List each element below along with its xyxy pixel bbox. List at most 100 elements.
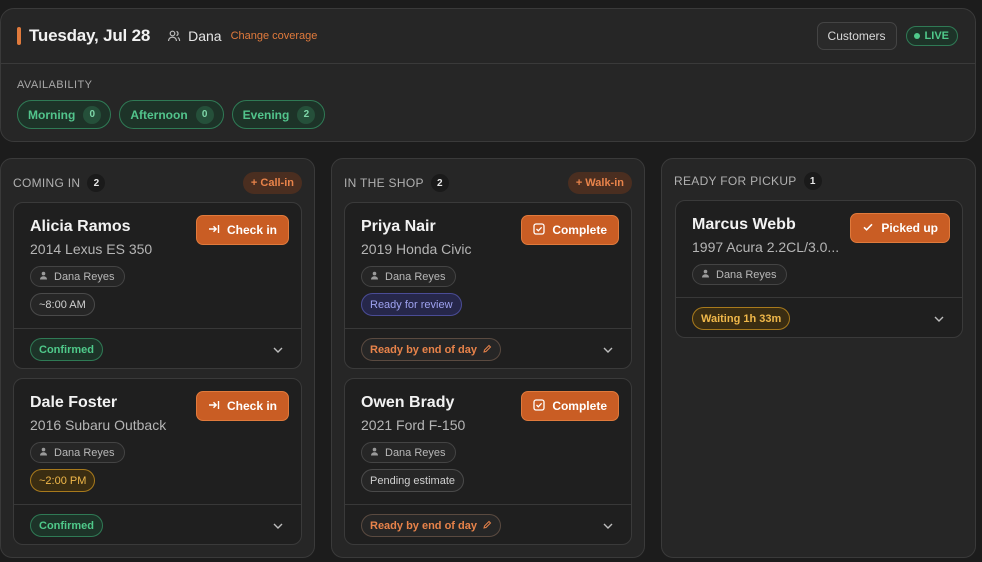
eta-label: Ready by end of day <box>370 519 477 532</box>
check-in-button[interactable]: Check in <box>195 215 289 245</box>
customer-name: Alicia Ramos <box>30 218 131 235</box>
person-icon <box>701 269 710 281</box>
person-icon <box>39 447 48 459</box>
column-in-the-shop: IN THE SHOP 2 + Walk-in Priya Nair 2019 … <box>331 158 645 558</box>
check-in-label: Check in <box>226 399 277 413</box>
availability-slot-morning[interactable]: Morning 0 <box>17 100 112 129</box>
eta-label: Ready by end of day <box>370 343 477 356</box>
availability-slots: Morning 0 Afternoon 0 Evening 2 <box>17 100 326 129</box>
status-badge: Confirmed <box>30 514 103 537</box>
coverage-user-name: Dana <box>188 28 222 44</box>
chevron-down-icon[interactable] <box>932 312 946 326</box>
status-badge: Confirmed <box>30 338 103 361</box>
vehicle: 2016 Subaru Outback <box>30 417 167 433</box>
column-count: 2 <box>430 174 449 192</box>
eta-badge[interactable]: Ready by end of day <box>361 338 501 361</box>
column-count: 2 <box>87 174 106 192</box>
job-card[interactable]: Priya Nair 2019 Honda Civic Complete Dan… <box>344 202 632 369</box>
technician-name: Dana Reyes <box>54 446 115 459</box>
checkbox-icon <box>533 398 545 414</box>
slot-count: 0 <box>195 105 214 124</box>
check-icon <box>862 221 874 236</box>
technician-chip: Dana Reyes <box>30 442 125 463</box>
checkbox-icon <box>533 222 545 238</box>
slot-label: Afternoon <box>130 107 188 122</box>
column-title: COMING IN <box>13 176 81 190</box>
job-state-chip: Ready for review <box>361 293 462 316</box>
check-in-label: Check in <box>226 223 277 237</box>
technician-chip: Dana Reyes <box>361 442 456 463</box>
walk-in-button[interactable]: + Walk-in <box>567 172 632 194</box>
call-in-button[interactable]: + Call-in <box>242 172 302 194</box>
waiting-badge: Waiting 1h 33m <box>692 307 791 330</box>
card-divider <box>14 504 301 505</box>
picked-up-label: Picked up <box>881 221 938 235</box>
appointment-card[interactable]: Alicia Ramos 2014 Lexus ES 350 Check in … <box>13 202 302 369</box>
availability-slot-evening[interactable]: Evening 2 <box>231 100 326 129</box>
accent-bar <box>17 27 21 45</box>
technician-name: Dana Reyes <box>54 270 115 283</box>
column-coming-in: COMING IN 2 + Call-in Alicia Ramos 2014 … <box>0 158 315 558</box>
person-icon <box>370 447 379 459</box>
column-header: READY FOR PICKUP 1 <box>674 169 963 193</box>
technician-name: Dana Reyes <box>385 270 446 283</box>
picked-up-button[interactable]: Picked up <box>850 213 950 243</box>
arrival-time-chip: ~2:00 PM <box>30 469 96 492</box>
chevron-down-icon[interactable] <box>601 343 615 357</box>
vehicle: 2021 Ford F-150 <box>361 417 466 433</box>
customer-name: Owen Brady <box>361 394 455 411</box>
slot-label: Evening <box>242 107 290 122</box>
technician-name: Dana Reyes <box>385 446 446 459</box>
technician-chip: Dana Reyes <box>30 266 125 287</box>
chevron-down-icon[interactable] <box>271 519 285 533</box>
complete-button[interactable]: Complete <box>521 391 619 421</box>
customers-button[interactable]: Customers <box>816 22 897 50</box>
availability-slot-afternoon[interactable]: Afternoon 0 <box>119 100 224 129</box>
person-icon <box>370 271 379 283</box>
appointment-card[interactable]: Dale Foster 2016 Subaru Outback Check in… <box>13 378 302 545</box>
card-divider <box>345 504 631 505</box>
check-in-button[interactable]: Check in <box>195 391 289 421</box>
vehicle: 2014 Lexus ES 350 <box>30 241 153 257</box>
column-title: READY FOR PICKUP <box>674 174 797 188</box>
vehicle: 1997 Acura 2.2CL/3.0... <box>692 239 840 255</box>
column-count: 1 <box>803 172 822 190</box>
slot-count: 2 <box>297 105 316 124</box>
change-coverage-link[interactable]: Change coverage <box>231 30 318 42</box>
chevron-down-icon[interactable] <box>601 519 615 533</box>
customer-name: Priya Nair <box>361 218 436 235</box>
arrow-to-line-icon <box>208 223 220 238</box>
header-actions: Customers LIVE <box>816 22 958 50</box>
chevron-down-icon[interactable] <box>271 343 285 357</box>
column-title: IN THE SHOP <box>344 176 424 190</box>
job-state-chip: Pending estimate <box>361 469 464 492</box>
vehicle: 2019 Honda Civic <box>361 241 472 257</box>
slot-count: 0 <box>83 105 102 124</box>
column-ready-for-pickup: READY FOR PICKUP 1 Marcus Webb 1997 Acur… <box>661 158 976 558</box>
job-card[interactable]: Owen Brady 2021 Ford F-150 Complete Dana… <box>344 378 632 545</box>
page-title: Tuesday, Jul 28 <box>29 26 151 45</box>
live-badge: LIVE <box>905 26 958 46</box>
customer-name: Marcus Webb <box>692 216 796 233</box>
availability-label: AVAILABILITY <box>17 79 93 91</box>
arrow-to-line-icon <box>208 399 220 414</box>
live-dot-icon <box>913 33 920 39</box>
users-icon <box>167 29 181 43</box>
eta-badge[interactable]: Ready by end of day <box>361 514 501 537</box>
pencil-icon <box>483 520 492 532</box>
person-icon <box>39 271 48 283</box>
slot-label: Morning <box>28 107 76 122</box>
header-bar: Tuesday, Jul 28 Dana Change coverage Cus… <box>1 9 975 64</box>
column-header: IN THE SHOP 2 + Walk-in <box>344 171 632 195</box>
technician-name: Dana Reyes <box>716 268 777 281</box>
technician-chip: Dana Reyes <box>361 266 456 287</box>
card-divider <box>345 328 631 329</box>
pickup-card[interactable]: Marcus Webb 1997 Acura 2.2CL/3.0... Pick… <box>675 200 963 338</box>
card-divider <box>14 328 301 329</box>
column-header: COMING IN 2 + Call-in <box>13 171 302 195</box>
complete-button[interactable]: Complete <box>521 215 619 245</box>
live-label: LIVE <box>924 30 949 42</box>
complete-label: Complete <box>552 399 607 413</box>
arrival-time-chip: ~8:00 AM <box>30 293 95 316</box>
pencil-icon <box>483 344 492 356</box>
